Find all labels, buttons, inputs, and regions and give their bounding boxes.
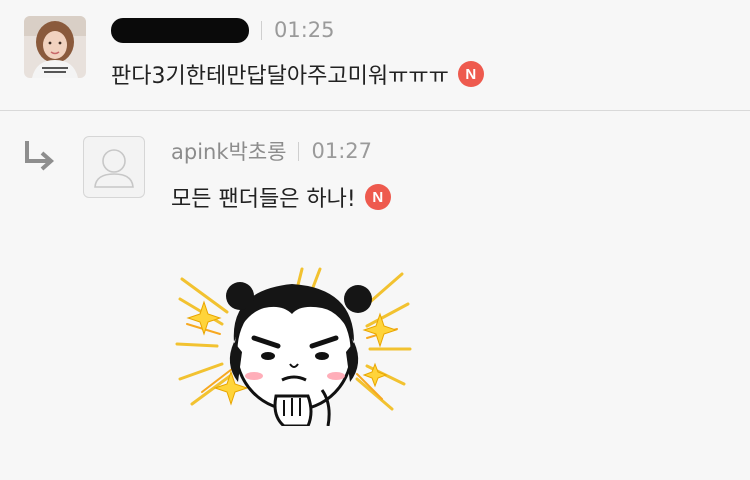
comment-meta: 01:25 xyxy=(111,16,335,44)
comment-text: 모든 팬더들은 하나! xyxy=(171,187,356,212)
avatar[interactable] xyxy=(83,136,145,198)
reply-arrow-icon xyxy=(25,141,55,171)
comment-time: 01:27 xyxy=(311,139,372,163)
meta-divider xyxy=(298,141,300,161)
emoticon-sticker[interactable] xyxy=(172,264,412,426)
avatar-photo xyxy=(24,16,86,78)
meta-divider xyxy=(261,20,262,40)
reply-comment-item: apink박초롱 01:27 모든 팬더들은 하나! N xyxy=(0,111,750,480)
comment-text: 판다3기한테만답달아주고미워ㅠㅠㅠ xyxy=(111,64,449,89)
author-name-redacted xyxy=(111,17,249,43)
comment-text-row: 판다3기한테만답달아주고미워ㅠㅠㅠ N xyxy=(111,59,484,89)
new-badge: N xyxy=(364,184,391,210)
comment-item: 01:25 판다3기한테만답달아주고미워ㅠㅠㅠ N xyxy=(0,0,750,111)
avatar[interactable] xyxy=(24,16,86,78)
comment-time: 01:25 xyxy=(274,18,335,42)
comment-text-row: 모든 팬더들은 하나! N xyxy=(171,182,391,212)
author-name[interactable]: apink박초롱 xyxy=(171,136,286,166)
new-badge: N xyxy=(457,61,484,87)
default-avatar-icon xyxy=(94,149,134,188)
comment-meta: apink박초롱 01:27 xyxy=(171,137,372,165)
